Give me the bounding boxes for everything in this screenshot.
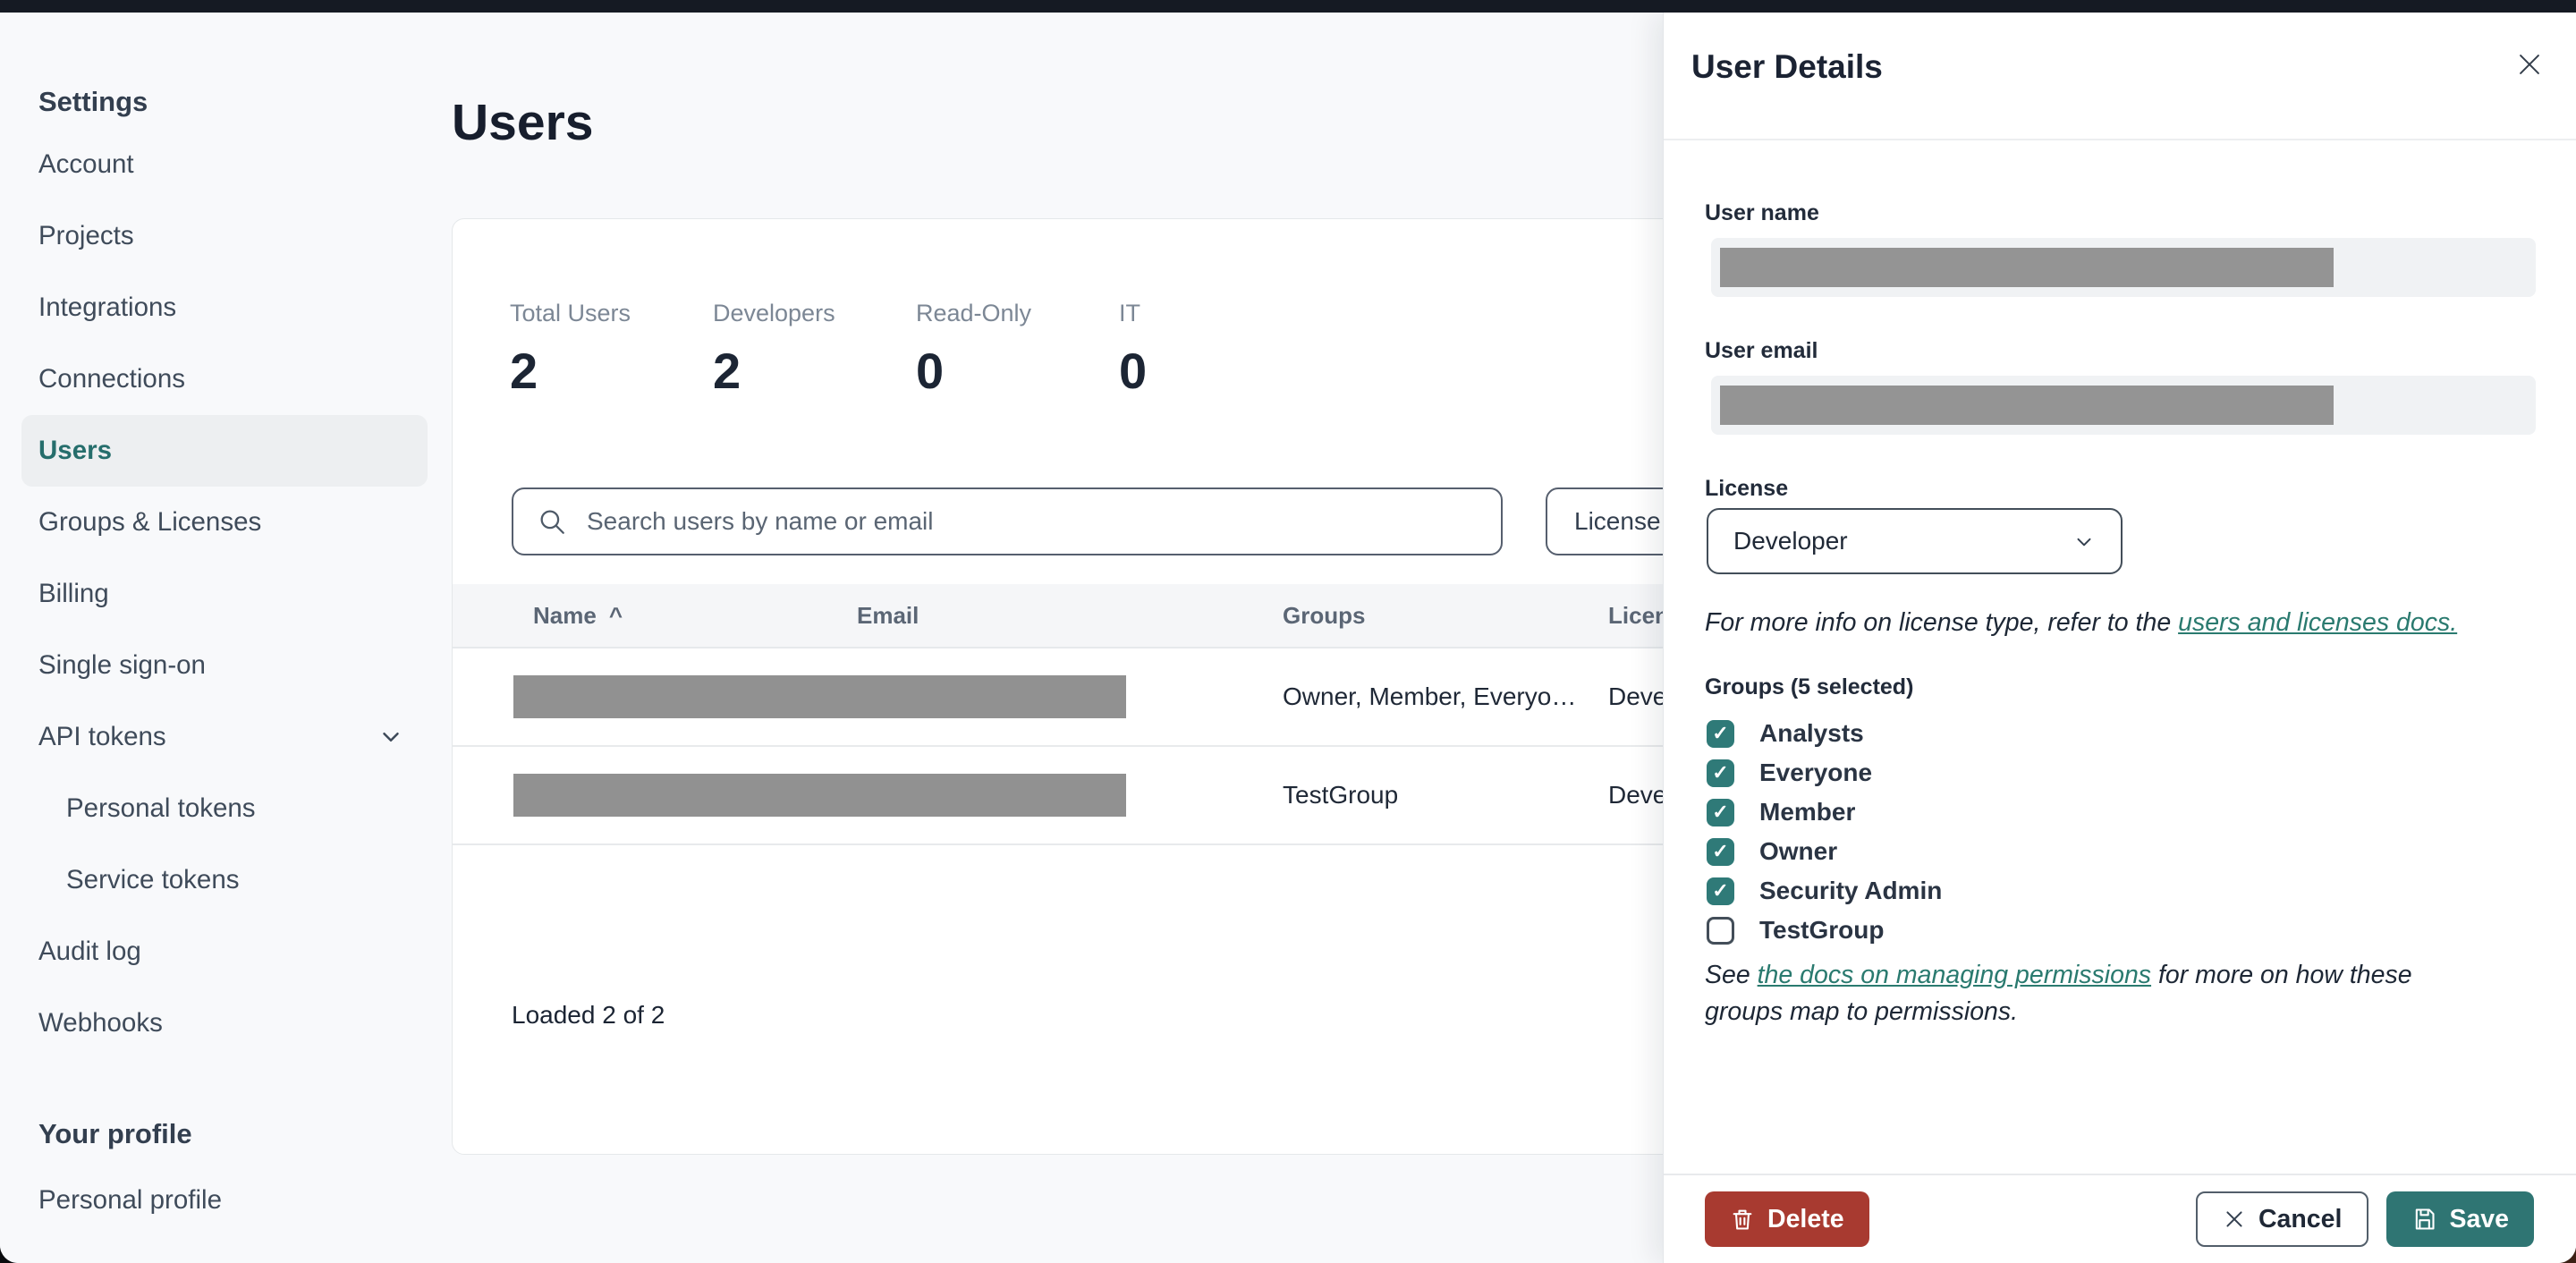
stat-developers: Developers 2 (713, 300, 835, 399)
checkbox-icon: ✓ (1707, 877, 1734, 905)
checkbox-icon: ✓ (1707, 798, 1734, 826)
user-email-label: User email (1705, 338, 1818, 363)
drawer-footer: Delete Cancel Save (1664, 1174, 2576, 1263)
cell-groups: Owner, Member, Everyo… (1283, 682, 1577, 710)
chevron-down-icon (2077, 538, 2091, 547)
group-checkbox-owner[interactable]: ✓ Owner (1707, 832, 1942, 871)
drawer-title: User Details (1691, 48, 1883, 85)
sidebar-item-projects[interactable]: Projects (21, 200, 428, 272)
permissions-note: See the docs on managing permissions for… (1705, 961, 2412, 1026)
load-status: Loaded 2 of 2 (512, 1001, 665, 1029)
redacted-user-email (1720, 386, 2334, 425)
sort-asc-icon: ^ (608, 601, 623, 629)
sidebar-item-api-tokens[interactable]: API tokens (21, 701, 428, 773)
trash-icon (1733, 1209, 1752, 1230)
stat-it: IT 0 (1119, 300, 1148, 399)
user-details-drawer: User Details User name User email Licens… (1663, 13, 2576, 1263)
stat-read-only: Read-Only 0 (916, 300, 1032, 399)
redacted-name-email (513, 774, 1126, 817)
redacted-user-name (1720, 248, 2334, 287)
checkbox-icon: ✓ (1707, 837, 1734, 866)
checkbox-icon: ✓ (1707, 916, 1734, 945)
sidebar-item-personal-profile[interactable]: Personal profile (21, 1165, 428, 1236)
user-name-field[interactable] (1711, 238, 2536, 297)
cell-groups: TestGroup (1283, 781, 1399, 809)
search-input[interactable] (585, 506, 1501, 537)
group-checkbox-everyone[interactable]: ✓ Everyone (1707, 753, 1942, 793)
close-icon (2226, 1211, 2242, 1227)
sidebar-profile-section-title: Your profile (38, 1118, 192, 1149)
license-label: License (1705, 476, 1789, 501)
sidebar-item-personal-tokens[interactable]: Personal tokens (21, 773, 428, 844)
search-icon (540, 510, 564, 534)
group-checkbox-security-admin[interactable]: ✓ Security Admin (1707, 871, 1942, 911)
user-name-label: User name (1705, 200, 1819, 225)
sidebar-section-title: Settings (38, 86, 148, 117)
user-search (512, 487, 1503, 555)
top-bar (0, 0, 2576, 13)
checkbox-icon: ✓ (1707, 759, 1734, 787)
chevron-down-icon (383, 733, 399, 742)
groups-checkbox-list: ✓ Analysts ✓ Everyone ✓ Member ✓ Owner ✓… (1707, 714, 1942, 950)
delete-button[interactable]: Delete (1705, 1191, 1869, 1247)
groups-label: Groups (5 selected) (1705, 674, 1914, 699)
sidebar-item-single-sign-on[interactable]: Single sign-on (21, 630, 428, 701)
user-stats: Total Users 2 Developers 2 Read-Only 0 I… (510, 300, 1322, 400)
settings-sidebar: Settings Account Projects Integrations C… (0, 13, 452, 1263)
app-window: Settings Account Projects Integrations C… (0, 0, 2576, 1263)
save-button[interactable]: Save (2386, 1191, 2534, 1247)
column-header-email: Email (857, 601, 919, 629)
license-select[interactable]: Developer (1707, 508, 2123, 574)
license-note: For more info on license type, refer to … (1705, 608, 2458, 637)
sidebar-item-billing[interactable]: Billing (21, 558, 428, 630)
sidebar-item-integrations[interactable]: Integrations (21, 272, 428, 343)
column-header-name[interactable]: Name ^ (533, 584, 623, 647)
sidebar-item-users[interactable]: Users (21, 415, 428, 487)
sidebar-item-account[interactable]: Account (21, 129, 428, 200)
sidebar-item-audit-log[interactable]: Audit log (21, 916, 428, 988)
redacted-name-email (513, 675, 1126, 718)
column-header-groups: Groups (1283, 601, 1366, 629)
cancel-button[interactable]: Cancel (2195, 1191, 2369, 1247)
sidebar-item-groups-licenses[interactable]: Groups & Licenses (21, 487, 428, 558)
managing-permissions-docs-link[interactable]: the docs on managing permissions (1758, 961, 2151, 989)
sidebar-item-webhooks[interactable]: Webhooks (21, 988, 428, 1059)
group-checkbox-analysts[interactable]: ✓ Analysts (1707, 714, 1942, 753)
sidebar-item-service-tokens[interactable]: Service tokens (21, 844, 428, 916)
drawer-header: User Details (1664, 13, 2576, 140)
checkbox-icon: ✓ (1707, 719, 1734, 748)
save-icon (2416, 1208, 2435, 1230)
user-email-field[interactable] (1711, 376, 2536, 435)
stat-total-users: Total Users 2 (510, 300, 631, 399)
sidebar-item-connections[interactable]: Connections (21, 343, 428, 415)
group-checkbox-member[interactable]: ✓ Member (1707, 793, 1942, 832)
sidebar-nav: Account Projects Integrations Connection… (21, 129, 452, 1059)
users-licenses-docs-link[interactable]: users and licenses docs. (2178, 608, 2457, 637)
close-icon[interactable] (2512, 47, 2547, 82)
group-checkbox-testgroup[interactable]: ✓ TestGroup (1707, 911, 1942, 950)
